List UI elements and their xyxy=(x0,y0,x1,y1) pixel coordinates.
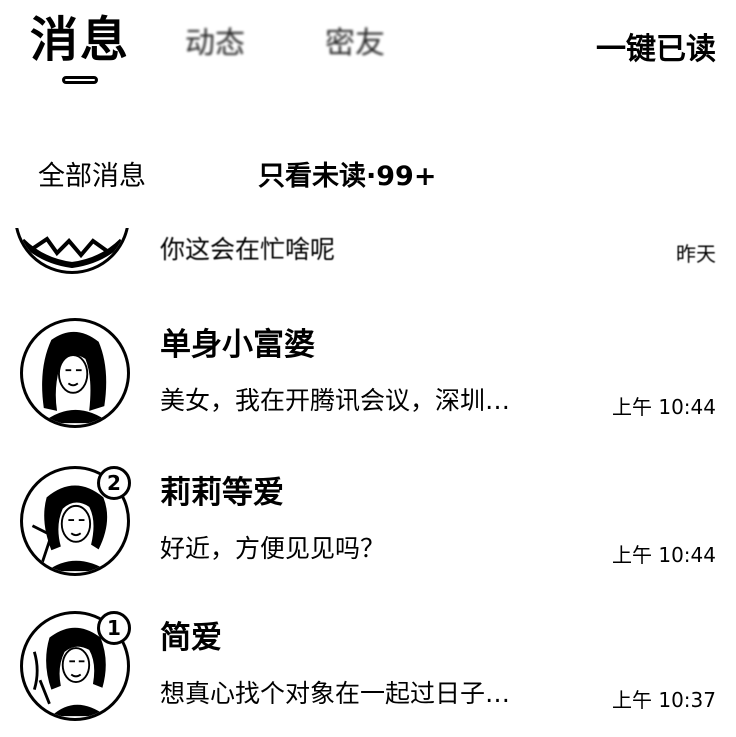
unread-count-badge: 1 xyxy=(97,611,131,645)
message-preview: 美女，我在开腾讯会议，深圳… xyxy=(160,386,511,415)
contact-name: 莉莉等爱 xyxy=(160,475,284,511)
active-tab-indicator xyxy=(62,76,98,84)
conversation-row[interactable]: 2 莉莉等爱 好近，方便见见吗？ 上午 10:44 xyxy=(0,458,736,588)
message-filters: 全部消息 只看未读·99+ xyxy=(0,155,736,205)
conversation-row[interactable]: 1 简爱 想真心找个对象在一起过日子… 上午 10:37 xyxy=(0,603,736,733)
message-time: 上午 10:44 xyxy=(612,543,716,567)
contact-name: 简爱 xyxy=(160,620,222,656)
message-time: 昨天 xyxy=(676,242,716,266)
conversation-row[interactable]: 单身小富婆 美女，我在开腾讯会议，深圳… 上午 10:44 xyxy=(0,310,736,440)
tab-close-friends[interactable]: 密友 xyxy=(325,24,385,64)
filter-all-messages[interactable]: 全部消息 xyxy=(38,155,146,199)
avatar xyxy=(14,228,130,274)
message-preview: 想真心找个对象在一起过日子… xyxy=(160,679,511,708)
unread-count-badge: 2 xyxy=(97,466,131,500)
avatar-photo-icon xyxy=(19,236,125,269)
contact-name: 单身小富婆 xyxy=(160,327,315,363)
message-time: 上午 10:44 xyxy=(612,395,716,419)
avatar-photo-icon xyxy=(41,331,110,424)
conversation-row[interactable]: 你这会在忙啥呢 昨天 xyxy=(0,228,736,278)
message-time: 上午 10:37 xyxy=(612,688,716,712)
tab-moments[interactable]: 动态 xyxy=(185,24,245,64)
mark-all-read-button[interactable]: 一键已读 xyxy=(596,30,716,70)
avatar[interactable] xyxy=(20,318,130,428)
message-preview: 你这会在忙啥呢 xyxy=(160,235,336,264)
top-header: 消息 动态 密友 一键已读 xyxy=(0,0,736,100)
message-preview: 好近，方便见见吗？ xyxy=(160,534,386,563)
filter-unread-only[interactable]: 只看未读·99+ xyxy=(258,155,436,199)
tab-messages[interactable]: 消息 xyxy=(30,10,130,70)
